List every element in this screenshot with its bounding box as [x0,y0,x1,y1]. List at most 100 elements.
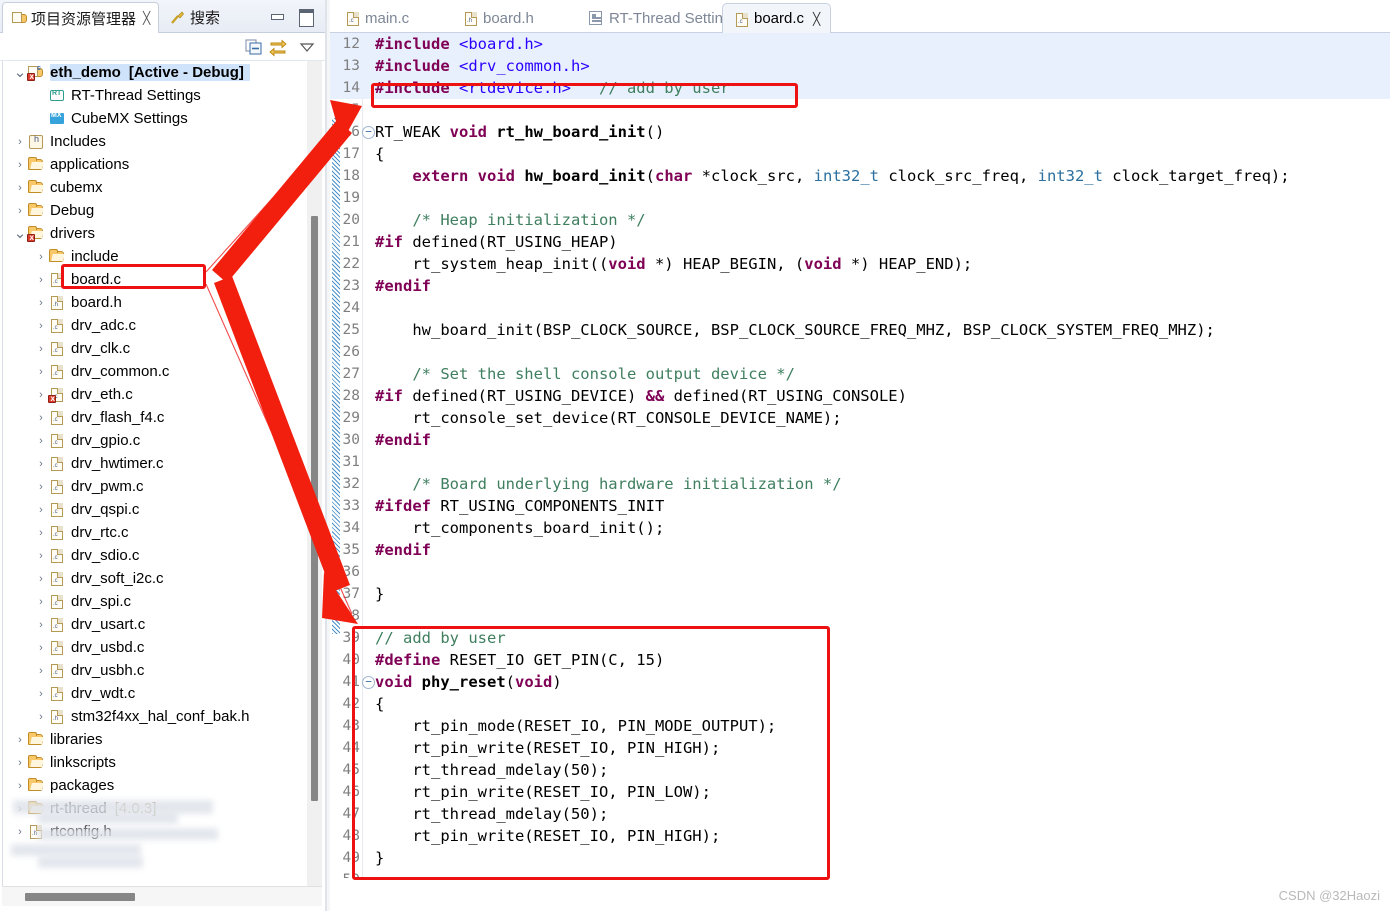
code-line-18[interactable]: 18 extern void hw_board_init(char *clock… [330,165,1390,187]
chevron-right-icon[interactable]: › [13,757,27,769]
code-line-45[interactable]: 45 rt_thread_mdelay(50); [330,759,1390,781]
code-editor[interactable]: 12 #include <board.h> 13 #include <drv_comm… [330,33,1390,878]
code-line-12[interactable]: 12 #include <board.h> [330,33,1390,55]
code-line-37[interactable]: 37} [330,583,1390,605]
chevron-right-icon[interactable]: › [34,619,48,631]
chevron-right-icon[interactable]: › [34,711,48,723]
code-line-41[interactable]: 41 void phy_reset(void) [330,671,1390,693]
tree-horizontal-scroll-thumb[interactable] [25,893,135,901]
tree-item-drv-eth-c[interactable]: ›.c drv_eth.c [3,383,307,406]
tree-item-drv-gpio-c[interactable]: › .c drv_gpio.c [3,429,307,452]
chevron-down-icon[interactable]: ⌄ [13,226,27,241]
tree-item-drv-adc-c[interactable]: › .c drv_adc.c [3,314,307,337]
view-menu-icon[interactable] [297,37,317,57]
code-line-16[interactable]: 16 RT_WEAK void rt_hw_board_init() [330,121,1390,143]
tree-item-cubemx-settings[interactable]: CubeMX Settings [3,107,307,130]
chevron-right-icon[interactable]: › [34,642,48,654]
tree-item-drv-qspi-c[interactable]: › .c drv_qspi.c [3,498,307,521]
code-line-49[interactable]: 49} [330,847,1390,869]
chevron-right-icon[interactable]: › [34,527,48,539]
chevron-right-icon[interactable]: › [13,205,27,217]
code-line-50[interactable]: 50 [330,869,1390,878]
chevron-right-icon[interactable]: › [34,688,48,700]
minimize-button[interactable] [268,8,286,24]
tree-item-eth-demo[interactable]: ⌄c eth_demo [Active - Debug] [3,61,307,84]
tree-item-drv-usart-c[interactable]: › .c drv_usart.c [3,613,307,636]
code-line-32[interactable]: 32 /* Board underlying hardware initiali… [330,473,1390,495]
tree-vertical-scrollbar[interactable] [307,61,322,886]
tree-item-debug[interactable]: › Debug [3,199,307,222]
link-with-editor-icon[interactable] [268,37,288,57]
tree-item-stm32f4xx-hal-conf-bak-h[interactable]: › .h stm32f4xx_hal_conf_bak.h [3,705,307,728]
tab-search[interactable]: 搜索 [162,2,228,33]
chevron-right-icon[interactable]: › [13,159,27,171]
tree-item-drv-usbd-c[interactable]: › .c drv_usbd.c [3,636,307,659]
editor-tab-board-c[interactable]: .c board.c ╳ [722,3,832,33]
code-line-33[interactable]: 33 #ifdef RT_USING_COMPONENTS_INIT [330,495,1390,517]
tree-item-drv-wdt-c[interactable]: › .c drv_wdt.c [3,682,307,705]
code-line-42[interactable]: 42 { [330,693,1390,715]
maximize-button[interactable] [296,8,314,27]
tree-item-board-h[interactable]: › .h board.h [3,291,307,314]
code-line-27[interactable]: 27 /* Set the shell console output devic… [330,363,1390,385]
chevron-right-icon[interactable]: › [34,297,48,309]
editor-tab-main-c[interactable]: .c main.c [334,3,419,33]
chevron-right-icon[interactable]: › [34,550,48,562]
tree-item-drv-common-c[interactable]: › .c drv_common.c [3,360,307,383]
code-line-46[interactable]: 46 rt_pin_write(RESET_IO, PIN_LOW); [330,781,1390,803]
collapse-all-icon[interactable] [244,37,264,57]
tree-item-drv-flash-f4-c[interactable]: › .c drv_flash_f4.c [3,406,307,429]
code-line-34[interactable]: 34 rt_components_board_init(); [330,517,1390,539]
code-line-47[interactable]: 47 rt_thread_mdelay(50); [330,803,1390,825]
tree-item-rt-thread-settings[interactable]: RT-Thread Settings [3,84,307,107]
code-line-17[interactable]: 17 { [330,143,1390,165]
code-line-48[interactable]: 48 rt_pin_write(RESET_IO, PIN_HIGH); [330,825,1390,847]
chevron-right-icon[interactable]: › [34,665,48,677]
tree-horizontal-scrollbar[interactable] [2,886,322,906]
code-line-30[interactable]: 30 #endif [330,429,1390,451]
tree-item-drv-hwtimer-c[interactable]: › .c drv_hwtimer.c [3,452,307,475]
code-line-26[interactable]: 26 [330,341,1390,363]
tab-project-explorer[interactable]: 项目资源管理器 ╳ [2,2,160,33]
tree-item-board-c[interactable]: › .c board.c [3,268,307,291]
code-line-44[interactable]: 44 rt_pin_write(RESET_IO, PIN_HIGH); [330,737,1390,759]
close-icon[interactable]: ╳ [813,12,820,26]
tree-item-drv-sdio-c[interactable]: › .c drv_sdio.c [3,544,307,567]
tree-item-linkscripts[interactable]: › linkscripts [3,751,307,774]
tree-vertical-scroll-thumb[interactable] [311,216,318,801]
code-line-13[interactable]: 13 #include <drv_common.h> [330,55,1390,77]
chevron-right-icon[interactable]: › [34,412,48,424]
tree-item-drv-soft-i2c-c[interactable]: › .c drv_soft_i2c.c [3,567,307,590]
tree-item-applications[interactable]: › applications [3,153,307,176]
chevron-right-icon[interactable]: › [34,573,48,585]
chevron-right-icon[interactable]: › [34,320,48,332]
editor-tab-board-h[interactable]: .h board.h [452,3,544,33]
code-line-36[interactable]: 36 [330,561,1390,583]
chevron-right-icon[interactable]: › [13,780,27,792]
chevron-right-icon[interactable]: › [13,136,27,148]
chevron-right-icon[interactable]: › [34,343,48,355]
chevron-right-icon[interactable]: › [34,481,48,493]
chevron-right-icon[interactable]: › [34,435,48,447]
code-line-21[interactable]: 21 #if defined(RT_USING_HEAP) [330,231,1390,253]
tree-item-packages[interactable]: › packages [3,774,307,797]
code-line-24[interactable]: 24 [330,297,1390,319]
tree-item-drv-clk-c[interactable]: › .c drv_clk.c [3,337,307,360]
chevron-right-icon[interactable]: › [34,389,48,401]
panel-divider[interactable] [325,0,327,911]
chevron-right-icon[interactable]: › [13,734,27,746]
code-line-29[interactable]: 29 rt_console_set_device(RT_CONSOLE_DEVI… [330,407,1390,429]
tree-item-drv-spi-c[interactable]: › .c drv_spi.c [3,590,307,613]
chevron-right-icon[interactable]: › [34,596,48,608]
code-line-25[interactable]: 25 hw_board_init(BSP_CLOCK_SOURCE, BSP_C… [330,319,1390,341]
chevron-right-icon[interactable]: › [13,826,27,838]
code-line-22[interactable]: 22 rt_system_heap_init((void *) HEAP_BEG… [330,253,1390,275]
chevron-right-icon[interactable]: › [34,504,48,516]
code-line-40[interactable]: 40 #define RESET_IO GET_PIN(C, 15) [330,649,1390,671]
code-line-19[interactable]: 19 [330,187,1390,209]
chevron-right-icon[interactable]: › [34,251,48,263]
tree-item-includes[interactable]: › Includes [3,130,307,153]
tree-item-drivers[interactable]: ⌄ drivers [3,222,307,245]
chevron-right-icon[interactable]: › [34,366,48,378]
chevron-right-icon[interactable]: › [34,274,48,286]
